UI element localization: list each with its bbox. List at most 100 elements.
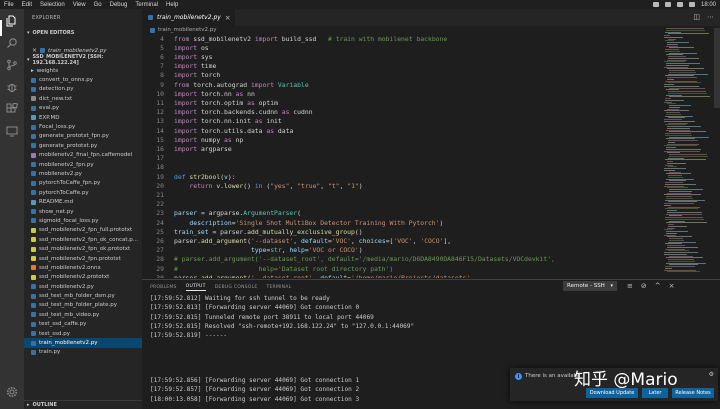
code-line[interactable]: 15 import numpy as np [142,135,662,144]
code-line[interactable]: 9 from torch.autograd import Variable [142,80,662,89]
release-notes-button[interactable]: Release Notes [672,388,714,398]
tree-file[interactable]: ssd_test_mb_video.py [24,310,142,319]
tree-file[interactable]: ssd_mobilenetv2_fpn_full.prototxt [24,226,142,235]
tree-file[interactable]: ssd_test_mb_folder_dsm.py [24,291,142,300]
more-actions-icon[interactable]: ⋯ [707,13,714,21]
extensions-icon[interactable] [5,102,19,116]
code-line[interactable]: 19 def str2bool(v): [142,172,662,181]
code-line[interactable]: 20 return v.lower() in ("yes", "true", "… [142,181,662,190]
tree-file[interactable]: mobilenetv2_final_fpn.caffemodel [24,151,142,160]
tree-file[interactable]: detection.py [24,85,142,94]
menu-help[interactable]: Help [162,2,182,8]
code-line[interactable]: 13 import torch.nn.init as init [142,117,662,126]
explorer-icon[interactable] [5,14,19,28]
code-line[interactable]: 12 import torch.backends.cudnn as cudnn [142,108,662,117]
code-line[interactable]: 28 # parser.add_argument('--dataset_root'… [142,255,662,264]
clear-output-icon[interactable]: ⊘ [641,282,647,290]
menu-view[interactable]: View [69,2,90,8]
maximize-panel-icon[interactable]: ^ [655,282,661,290]
close-panel-icon[interactable]: × [669,282,675,290]
wifi-icon[interactable] [664,2,671,7]
tree-file[interactable]: mobilenetv2_fpn.py [24,160,142,169]
editor-scrollbar[interactable] [714,28,720,108]
tree-file[interactable]: ssd_mobilenetv2.py [24,282,142,291]
tab-output[interactable]: OUTPUT [185,284,206,291]
tab-debug-console[interactable]: DEBUG CONSOLE [215,285,258,290]
code-line[interactable]: 6 import sys [142,52,662,61]
tree-file[interactable]: pytorchToCaffe_fpn.py [24,179,142,188]
tree-file[interactable]: test_ssd_caffe.py [24,320,142,329]
tree-file[interactable]: ssd_mobilenetv2_fpn.prototxt [24,254,142,263]
menu-terminal[interactable]: Terminal [131,2,162,8]
tree-file[interactable]: generate_prototxt.py [24,141,142,150]
tree-file[interactable]: ssd_mobilenetv2_fpn_ok_concat.p... [24,235,142,244]
code-line[interactable]: 11 import torch.optim as optim [142,98,662,107]
tree-file[interactable]: ssd_mobilenetv2.onnx [24,263,142,272]
code-line[interactable]: 18 [142,163,662,172]
tree-file[interactable]: train_mobilenetv2.py [24,338,142,348]
code-line[interactable]: 25 train_set = parser.add_mutually_exclus… [142,227,662,236]
clock[interactable]: 18:00 [701,2,716,8]
search-icon[interactable] [5,36,19,50]
tree-file[interactable]: eval.py [24,104,142,113]
volume-icon[interactable] [676,2,683,7]
code-line[interactable]: 29 # help='Dataset root directory path') [142,264,662,273]
code-line[interactable]: 4 from ssd_mobilenetv2 import build_ssd #… [142,34,662,43]
tree-file[interactable]: ssd_mobilenetv2_fpn_ok.prototxt [24,244,142,253]
tree-file[interactable]: pytorchToCaffe.py [24,188,142,197]
menu-debug[interactable]: Debug [106,2,132,8]
remote-explorer-icon[interactable] [5,124,19,138]
code-line[interactable]: 22 [142,200,662,209]
menu-go[interactable]: Go [90,2,106,8]
tab-train-mobilenetv2[interactable]: train_mobilenetv2.py × [142,9,235,26]
open-editors-section-header[interactable]: ▾ OPEN EDITORS [24,28,142,38]
source-control-icon[interactable] [5,58,19,72]
tree-file[interactable]: Focal_loss.py [24,122,142,131]
workspace-section-header[interactable]: ▾ SSD_MOBILENETV2 [SSH: 192.168.122.24] [24,54,142,66]
notification-settings-icon[interactable]: ⚙ [709,371,714,378]
tab-problems[interactable]: PROBLEMS [150,285,177,290]
menu-edit[interactable]: Edit [18,2,36,8]
tab-terminal[interactable]: TERMINAL [266,285,291,290]
menu-file[interactable]: File [0,2,18,8]
tree-file[interactable]: train.py [24,348,142,357]
menu-selection[interactable]: Selection [36,2,69,8]
tree-file[interactable]: README.md [24,197,142,206]
tree-file[interactable]: sigmoid_focal_loss.py [24,216,142,225]
tree-file[interactable]: EXP.MD [24,113,142,122]
code-editor[interactable]: 4 from ssd_mobilenetv2 import build_ssd #… [142,34,662,278]
output-channel-select[interactable]: Remote - SSH ▾ [563,281,617,291]
split-editor-icon[interactable]: ◫ [693,13,700,21]
battery-icon[interactable] [688,2,695,7]
code-line[interactable]: 16 import argparse [142,144,662,153]
close-icon[interactable]: × [32,47,37,54]
breadcrumb-file[interactable]: train_mobilenetv2.py [158,27,216,33]
tree-file[interactable]: dict_new.txt [24,94,142,103]
code-line[interactable]: 27 type=str, help='VOC or COCO') [142,246,662,255]
close-icon[interactable]: × [225,14,231,22]
tree-file[interactable]: show_net.py [24,207,142,216]
tree-file[interactable]: test_ssd.py [24,329,142,338]
code-line[interactable]: 26 parser.add_argument('--dataset', defau… [142,236,662,245]
minimap[interactable] [664,28,714,278]
tree-file[interactable]: convert_to_onnx.py [24,75,142,84]
code-line[interactable]: 8 import torch [142,71,662,80]
tree-file[interactable]: ssd_mobilenetv2.prototxt [24,273,142,282]
outline-section-header[interactable]: ▸ OUTLINE [24,400,142,409]
code-line[interactable]: 14 import torch.utils.data as data [142,126,662,135]
code-line[interactable]: 24 description='Single Shot MultiBox Det… [142,218,662,227]
code-line[interactable]: 21 [142,190,662,199]
debug-icon[interactable] [5,80,19,94]
tree-folder[interactable]: ▸ weights [24,66,142,75]
tree-file[interactable]: ssd_test_mb_folder_plate.py [24,301,142,310]
settings-gear-icon[interactable] [5,385,19,399]
lock-scroll-icon[interactable]: ≡ [627,282,633,290]
keyboard-icon[interactable] [652,2,659,7]
code-line[interactable]: 5 import os [142,43,662,52]
tree-file[interactable]: mobilenetv2.py [24,169,142,178]
code-line[interactable]: 30 parser.add_argument('--dataset_root', … [142,273,662,278]
code-line[interactable]: 10 import torch.nn as nn [142,89,662,98]
code-line[interactable]: 7 import time [142,62,662,71]
tree-file[interactable]: generate_prototxt_fpn.py [24,132,142,141]
code-line[interactable]: 17 [142,154,662,163]
